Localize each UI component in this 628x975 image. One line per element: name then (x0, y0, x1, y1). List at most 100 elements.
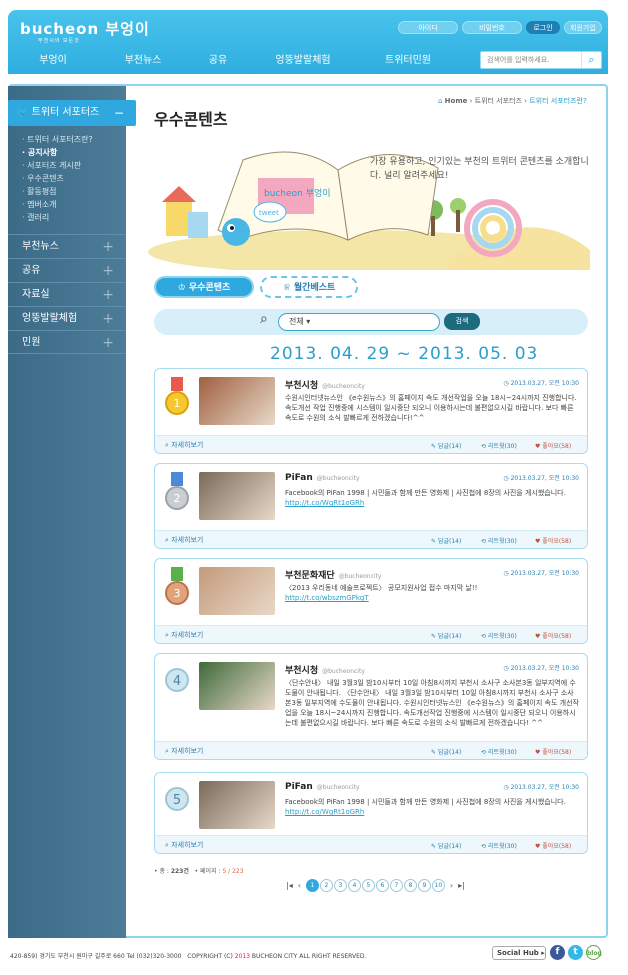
page-number[interactable]: 6 (375, 879, 389, 892)
content-thumbnail[interactable] (199, 472, 275, 520)
retweet-icon: ⟲ (481, 538, 488, 545)
join-button[interactable]: 회원가입 (564, 21, 602, 34)
like-count[interactable]: ♥ 좋아요(58) (535, 631, 571, 640)
nav-experience[interactable]: 엉뚱발랄체험 (248, 48, 358, 74)
view-more-link[interactable]: ⌕ 자세히보기 (165, 440, 203, 450)
login-button[interactable]: 로그인 (526, 21, 560, 34)
nav-news[interactable]: 부천뉴스 (98, 48, 188, 74)
retweet-count[interactable]: ⟲ 리트윗(30) (481, 841, 517, 850)
page-number[interactable]: 4 (347, 879, 361, 892)
category-select[interactable]: 전체 ▾ (278, 313, 440, 331)
retweet-count[interactable]: ⟲ 리트윗(30) (481, 536, 517, 545)
reply-count[interactable]: ✎ 답글(14) (431, 841, 461, 850)
retweet-count[interactable]: ⟲ 리트윗(30) (481, 631, 517, 640)
page-number[interactable]: 8 (403, 879, 417, 892)
sidebar-active-menu[interactable]: 🐦 트위터 서포터즈 − (8, 100, 136, 126)
author-name[interactable]: PiFan @bucheoncity (285, 782, 360, 792)
reply-count[interactable]: ✎ 답글(14) (431, 631, 461, 640)
sidebar-sub-score[interactable]: · 활동평점 (22, 186, 57, 197)
sidebar-item-share[interactable]: 공유 + (8, 258, 126, 282)
breadcrumb-home[interactable]: Home (445, 97, 468, 105)
rank-medal-icon: 2 (165, 472, 189, 510)
reply-count[interactable]: ✎ 답글(14) (431, 441, 461, 450)
nav-share[interactable]: 공유 (188, 48, 248, 74)
view-more-link[interactable]: ⌕ 자세히보기 (165, 535, 203, 545)
sidebar-sub-members[interactable]: · 멤버소개 (22, 199, 57, 210)
sidebar-item-complaint[interactable]: 민원 + (8, 330, 126, 354)
sidebar-sub-notice[interactable]: · 공지사항 (22, 147, 57, 158)
next-page-icon[interactable]: › (450, 881, 453, 890)
like-count[interactable]: ♥ 좋아요(58) (535, 441, 571, 450)
password-input[interactable]: 비밀번호 (462, 21, 522, 34)
page-number[interactable]: 3 (333, 879, 347, 892)
search-input[interactable]: 검색어를 입력하세요. (481, 56, 549, 64)
sidebar-sub-board[interactable]: · 서포터즈 게시판 (22, 160, 81, 171)
sidebar-sub-gallery[interactable]: · 갤러리 (22, 212, 49, 223)
view-more-link[interactable]: ⌕ 자세히보기 (165, 840, 203, 850)
content-thumbnail[interactable] (199, 662, 275, 710)
breadcrumb-section[interactable]: 트위터 서포터즈 (475, 97, 522, 105)
post-link[interactable]: http://t.co/WgRt1oGRh (285, 498, 579, 508)
author-handle: @bucheoncity (316, 784, 360, 791)
author-name[interactable]: 부천문화재단 @bucheoncity (285, 568, 381, 581)
retweet-count[interactable]: ⟲ 리트윗(30) (481, 747, 517, 756)
page-number[interactable]: 5 (361, 879, 375, 892)
post-link[interactable]: http://t.co/WgRt1oGRh (285, 807, 579, 817)
page-number[interactable]: 9 (417, 879, 431, 892)
rank-number: 1 (174, 397, 181, 410)
search-box[interactable]: 검색어를 입력하세요. ⌕ (480, 51, 602, 69)
tab-monthly-best[interactable]: ♕ 월간베스트 (260, 276, 358, 298)
reply-count[interactable]: ✎ 답글(14) (431, 536, 461, 545)
search-icon[interactable]: ⌕ (581, 52, 601, 68)
view-more-link[interactable]: ⌕ 자세히보기 (165, 746, 203, 756)
nav-owl[interactable]: 부엉이 (8, 48, 98, 74)
page-number[interactable]: 10 (431, 879, 445, 892)
reply-icon: ✎ (431, 843, 438, 850)
retweet-icon: ⟲ (481, 749, 488, 756)
author-name[interactable]: PiFan @bucheoncity (285, 473, 360, 483)
content-thumbnail[interactable] (199, 377, 275, 425)
total-count: 223건 (170, 868, 189, 875)
retweet-count[interactable]: ⟲ 리트윗(30) (481, 441, 517, 450)
hero-tweet-bubble: tweet (259, 209, 279, 217)
last-page-icon[interactable]: ▸| (458, 881, 465, 890)
site-logo[interactable]: bucheon 부엉이 부천시의 모든것 (20, 18, 150, 44)
page-number[interactable]: 2 (319, 879, 333, 892)
card-footer (155, 625, 587, 643)
sidebar-item-archive[interactable]: 자료실 + (8, 282, 126, 306)
collapse-icon[interactable]: − (114, 100, 124, 126)
author-name[interactable]: 부천시청 @bucheoncity (285, 378, 365, 391)
like-count[interactable]: ♥ 좋아요(58) (535, 841, 571, 850)
content-card: 5 PiFan @bucheoncity ◷ 2013.03.27, 오전 10:… (154, 772, 588, 854)
view-more-link[interactable]: ⌕ 자세히보기 (165, 630, 203, 640)
prev-page-icon[interactable]: ‹ (298, 881, 301, 890)
twitter-icon[interactable]: t (568, 945, 583, 960)
content-thumbnail[interactable] (199, 781, 275, 829)
search-button[interactable]: 검색 (444, 313, 480, 330)
like-count[interactable]: ♥ 좋아요(58) (535, 747, 571, 756)
id-input[interactable]: 아이디 (398, 21, 458, 34)
like-count[interactable]: ♥ 좋아요(58) (535, 536, 571, 545)
card-footer (155, 741, 587, 759)
sidebar-item-news[interactable]: 부천뉴스 + (8, 234, 126, 258)
post-time: ◷ 2013.03.27, 오전 10:30 (503, 665, 579, 672)
blog-icon[interactable]: blog (586, 945, 602, 960)
post-time: ◷ 2013.03.27, 오전 10:30 (503, 570, 579, 577)
first-page-icon[interactable]: |◂ (286, 881, 293, 890)
page-number[interactable]: 7 (389, 879, 403, 892)
rank-medal-icon: 3 (165, 567, 189, 605)
post-link[interactable]: http://t.co/wbszmGPkgT (285, 593, 579, 603)
tab-best-content[interactable]: ♔ 우수콘텐츠 (154, 276, 254, 298)
rank-number: 4 (173, 674, 181, 689)
rank-number: 3 (174, 587, 181, 600)
nav-twitter-complaint[interactable]: 트위터민원 (358, 48, 458, 74)
author-name[interactable]: 부천시청 @bucheoncity (285, 663, 365, 676)
content-thumbnail[interactable] (199, 567, 275, 615)
reply-count[interactable]: ✎ 답글(14) (431, 747, 461, 756)
facebook-icon[interactable]: f (550, 945, 565, 960)
sidebar-sub-best[interactable]: · 우수콘텐츠 (22, 173, 64, 184)
page-number[interactable]: 1 (305, 879, 319, 892)
sidebar-item-experience[interactable]: 엉뚱발랄체험 + (8, 306, 126, 330)
social-hub-button[interactable]: Social Hub ▸ (492, 946, 546, 960)
sidebar-sub-intro[interactable]: · 트위터 서포터즈란? (22, 134, 93, 145)
